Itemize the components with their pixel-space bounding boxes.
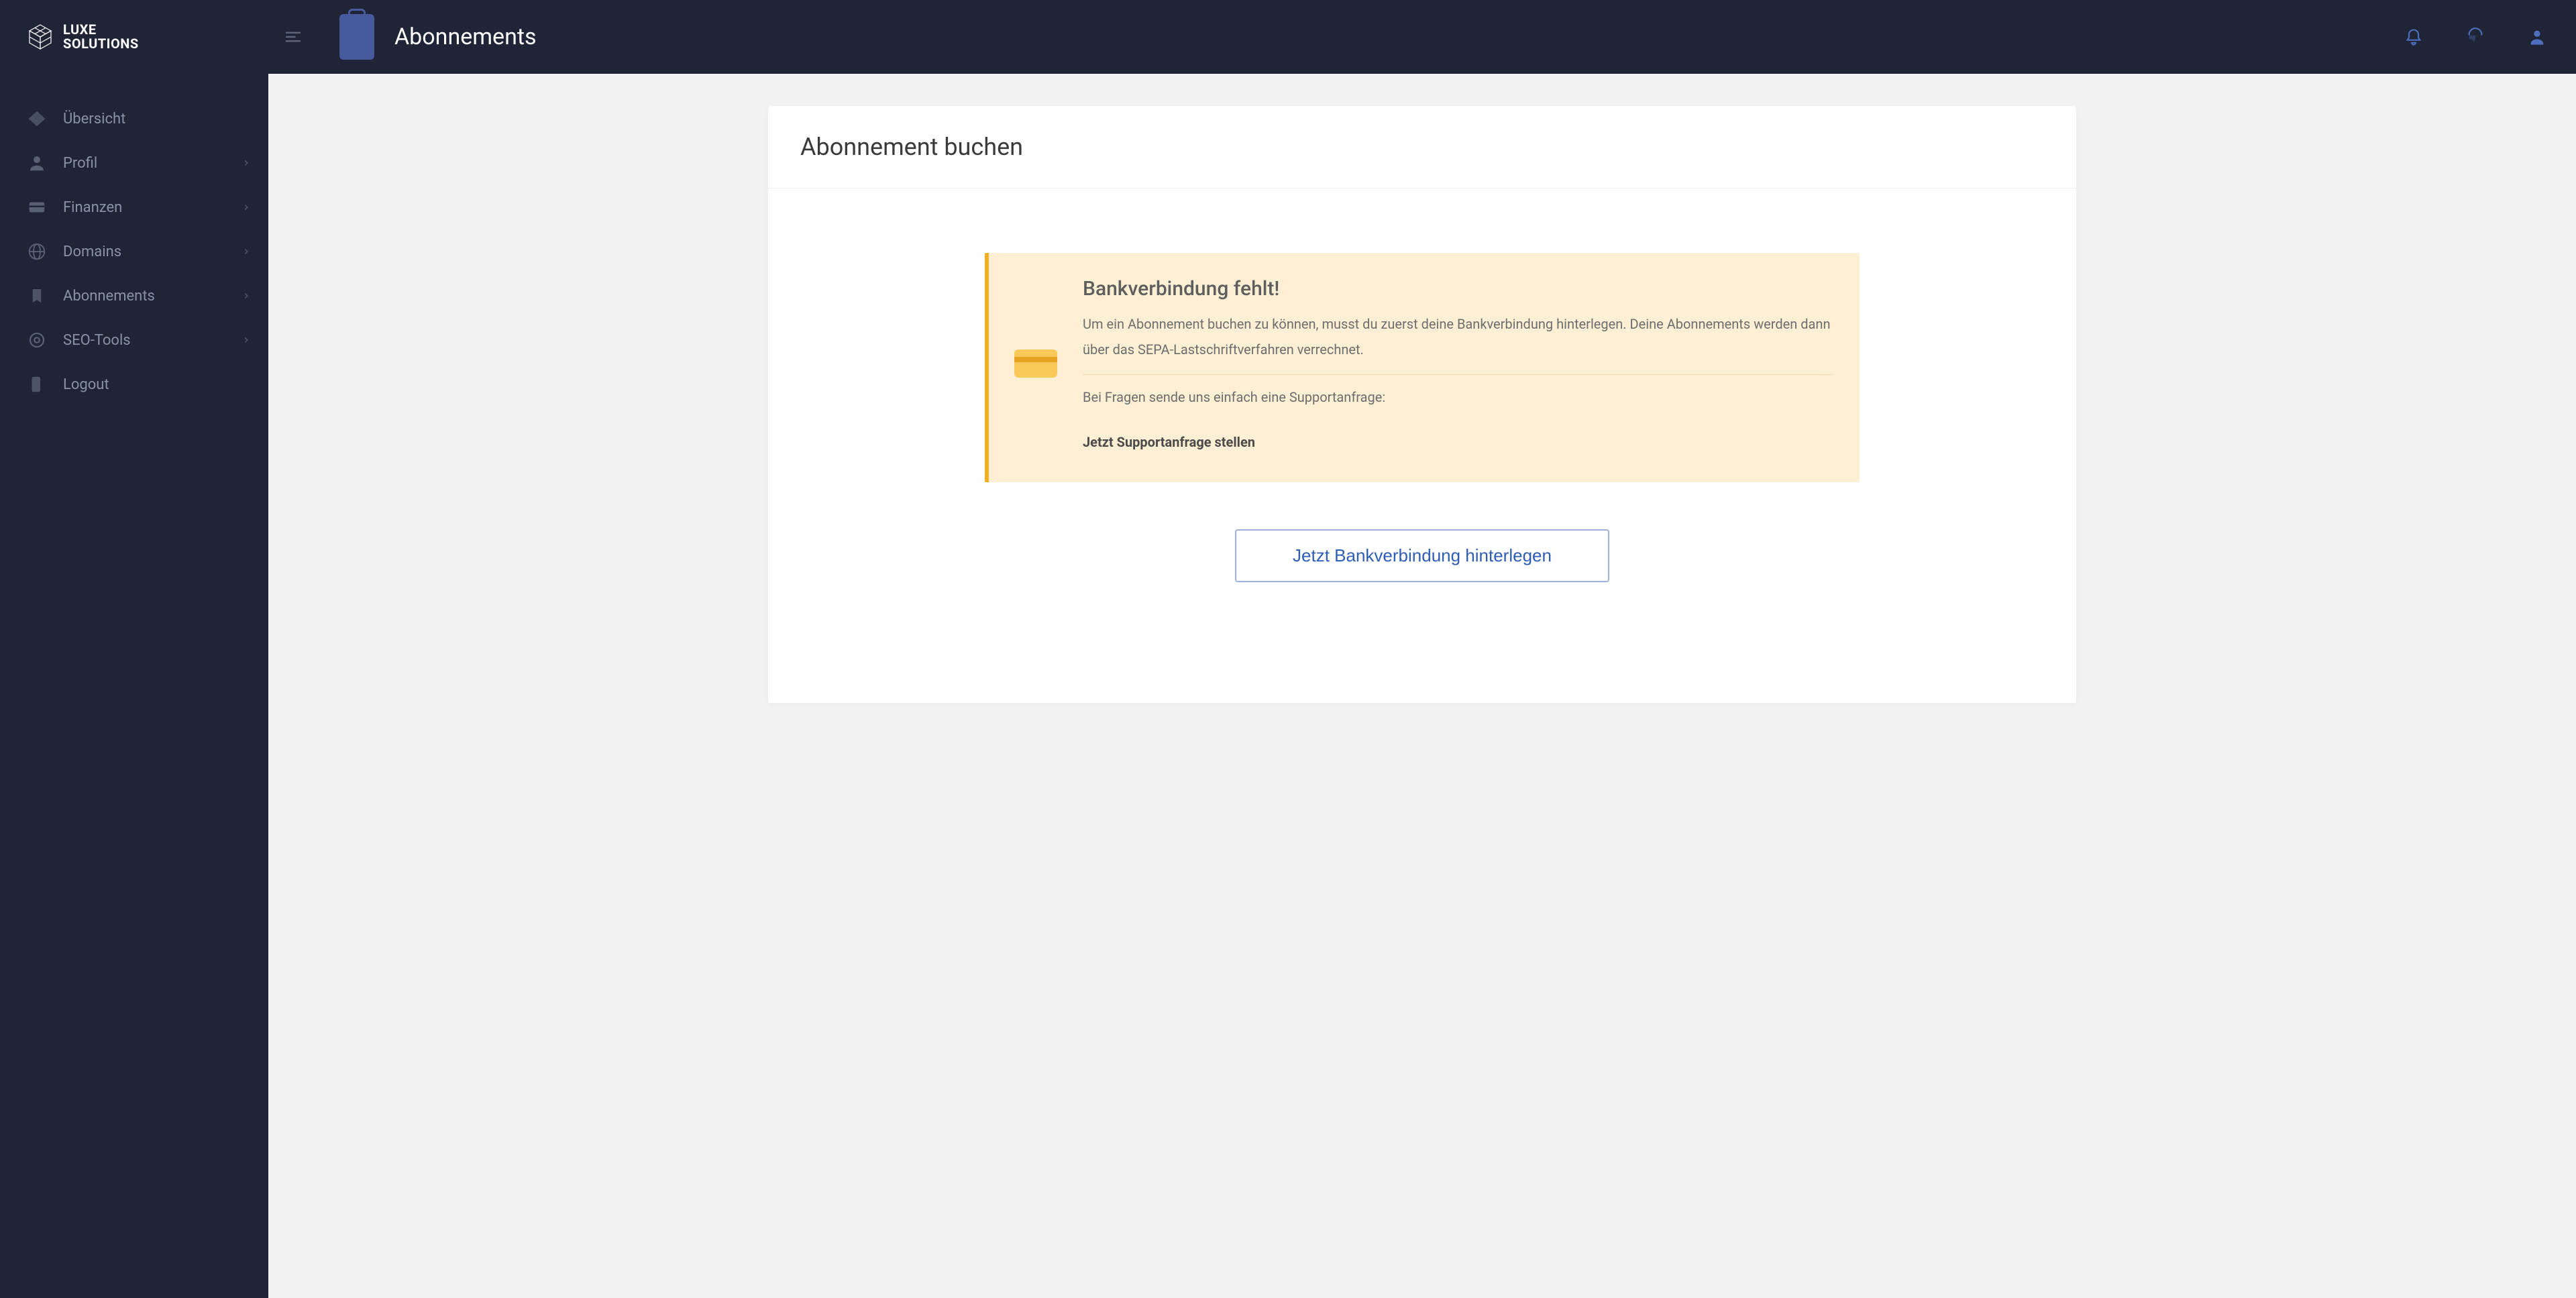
callout-body: Bankverbindung fehlt! Um ein Abonnement … [1083,277,1833,450]
callout-footer-text: Bei Fragen sende uns einfach eine Suppor… [1083,384,1833,410]
domains-icon [27,241,47,262]
subscriptions-icon [27,286,47,306]
sidebar-item-logout[interactable]: Logout [0,362,268,407]
credit-card-icon [1013,277,1059,450]
topbar: Abonnements [268,0,2576,74]
page-bag-icon [339,14,374,60]
logo-line2: SOLUTIONS [63,37,139,51]
chevron-right-icon [241,155,251,172]
profile-icon [27,153,47,173]
sidebar-item-label: SEO-Tools [63,332,241,349]
chevron-right-icon [241,288,251,305]
menu-toggle-icon[interactable] [279,23,307,51]
sidebar-item-label: Finanzen [63,199,241,216]
user-menu-icon[interactable] [2525,25,2549,49]
callout-divider [1083,374,1833,375]
support-icon[interactable] [2463,25,2487,49]
sidebar-item-label: Domains [63,244,241,260]
notifications-icon[interactable] [2402,25,2426,49]
sidebar-item-seo-tools[interactable]: SEO-Tools [0,318,268,362]
sidebar-item-finanzen[interactable]: Finanzen [0,185,268,229]
logo[interactable]: LUXE SOLUTIONS [0,0,268,74]
sidebar-item-domains[interactable]: Domains [0,229,268,274]
logo-line1: LUXE [63,23,139,37]
sidebar-nav: Übersicht Profil Finanzen Domains [0,74,268,407]
card-heading: Abonnement buchen [768,133,2076,188]
bank-missing-callout: Bankverbindung fehlt! Um ein Abonnement … [985,253,1860,482]
seo-icon [27,330,47,350]
logout-icon [27,374,47,394]
callout-wrap: Bankverbindung fehlt! Um ein Abonnement … [768,188,2076,582]
sidebar-item-label: Abonnements [63,288,241,305]
content-area: Abonnement buchen Bankverbindung fehlt! … [268,74,2576,1298]
chevron-right-icon [241,244,251,260]
subscription-card: Abonnement buchen Bankverbindung fehlt! … [768,106,2076,703]
logo-text: LUXE SOLUTIONS [63,23,139,51]
support-request-link[interactable]: Jetzt Supportanfrage stellen [1083,434,1833,450]
sidebar-item-abonnements[interactable]: Abonnements [0,274,268,318]
sidebar: LUXE SOLUTIONS Übersicht Profil Finanzen [0,0,268,1298]
main-column: Abonnements Abonnement buchen Bankverbin… [268,0,2576,1298]
callout-text: Um ein Abonnement buchen zu können, muss… [1083,311,1833,362]
sidebar-item-label: Übersicht [63,111,251,127]
callout-title: Bankverbindung fehlt! [1083,277,1833,301]
sidebar-item-label: Profil [63,155,241,172]
chevron-right-icon [241,332,251,349]
sidebar-item-uebersicht[interactable]: Übersicht [0,97,268,141]
sidebar-item-label: Logout [63,376,251,393]
page-title: Abonnements [394,23,537,50]
cube-icon [27,23,54,50]
sidebar-item-profil[interactable]: Profil [0,141,268,185]
chevron-right-icon [241,199,251,216]
action-row: Jetzt Bankverbindung hinterlegen [1235,529,1609,582]
set-bank-button[interactable]: Jetzt Bankverbindung hinterlegen [1235,529,1609,582]
finance-icon [27,197,47,217]
overview-icon [27,109,47,129]
